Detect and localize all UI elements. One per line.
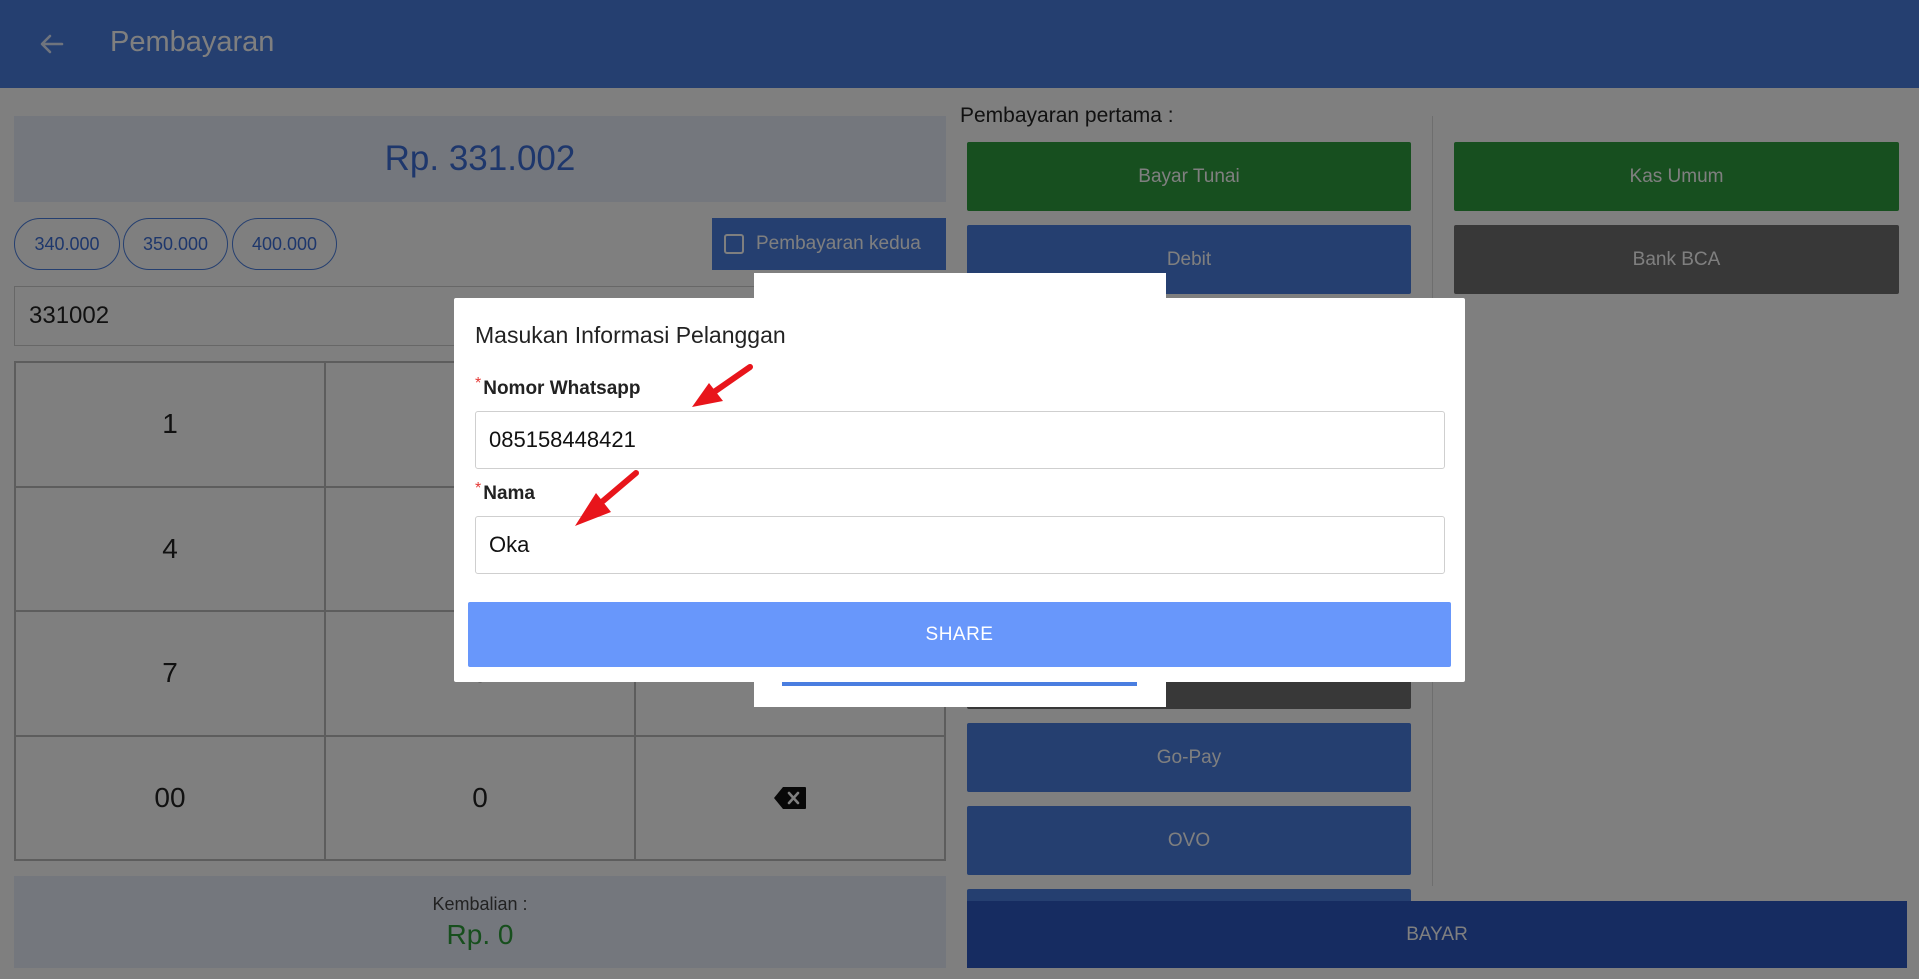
name-label-text: Nama <box>483 483 535 504</box>
whatsapp-number-input[interactable] <box>475 411 1445 469</box>
required-mark: * <box>475 375 482 392</box>
whatsapp-label-text: Nomor Whatsapp <box>483 378 641 399</box>
annotation-arrow-icon <box>692 364 753 407</box>
annotation-arrow-icon <box>575 470 639 526</box>
whatsapp-label: * Nomor Whatsapp <box>475 375 641 400</box>
required-mark: * <box>475 480 482 497</box>
share-button[interactable]: SHARE <box>468 602 1451 667</box>
name-label: * Nama <box>475 480 535 505</box>
dialog-title: Masukan Informasi Pelanggan <box>475 322 786 348</box>
